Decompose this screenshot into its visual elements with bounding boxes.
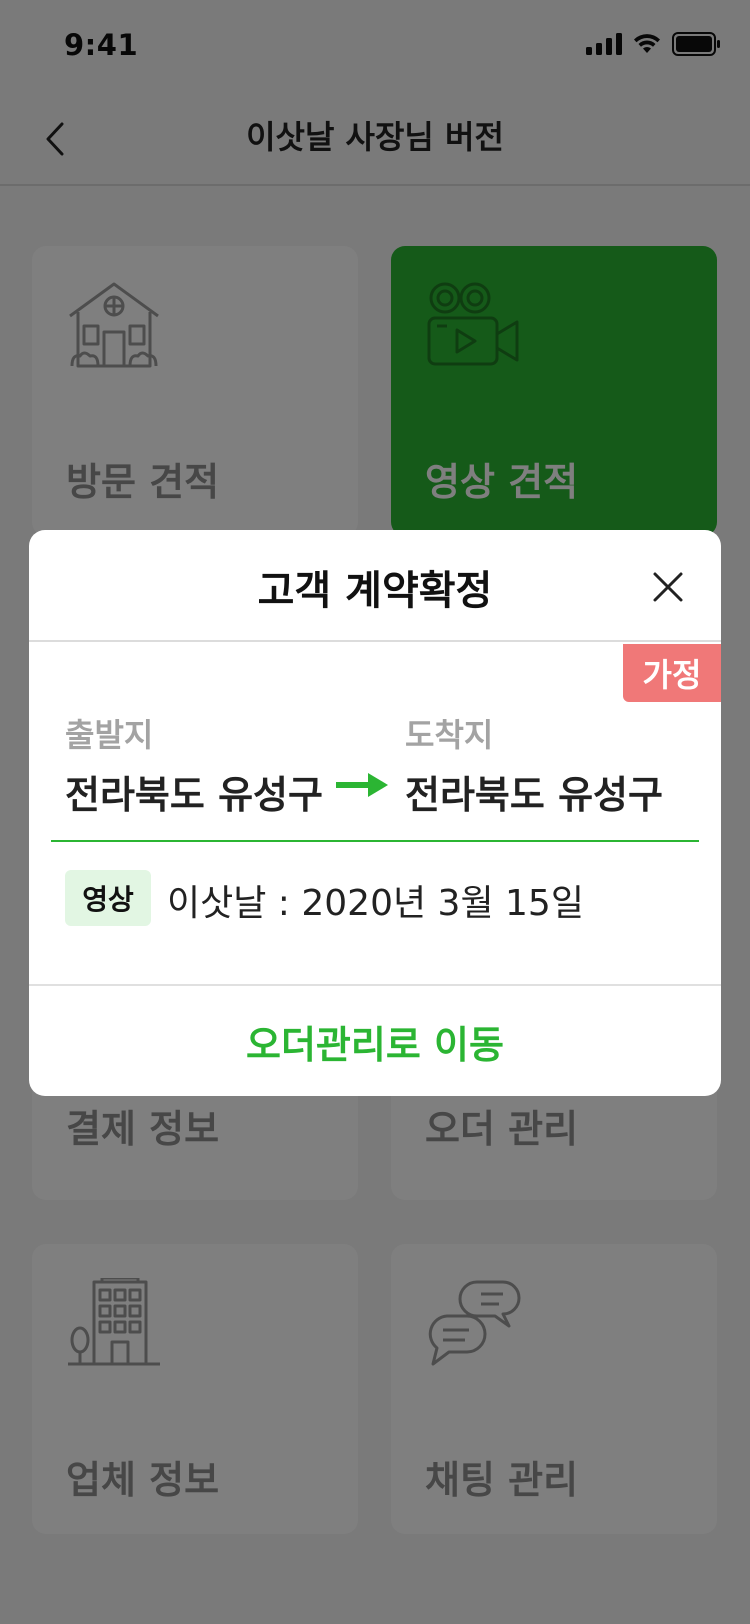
origin-label: 출발지 (65, 716, 154, 754)
category-tag: 가정 (623, 644, 721, 702)
divider (51, 840, 699, 842)
origin-value: 전라북도 유성구 (65, 773, 323, 817)
close-icon (653, 572, 683, 602)
go-to-order-management-button[interactable]: 오더관리로 이동 (246, 1014, 504, 1069)
arrow-right-icon (336, 773, 388, 797)
modal-title: 고객 계약확정 (257, 568, 493, 614)
estimate-type-chip: 영상 (65, 870, 151, 926)
modal-footer: 오더관리로 이동 (29, 984, 721, 1096)
modal-header: 고객 계약확정 (29, 530, 721, 642)
contract-confirm-modal: 고객 계약확정 가정 출발지 전라북도 유성구 도착지 전라북도 유성구 영상 … (29, 530, 721, 1096)
move-date: 이삿날 : 2020년 3월 15일 (167, 883, 584, 924)
destination-label: 도착지 (405, 716, 494, 754)
screen: 9:41 이삿날 사장 (0, 0, 750, 1624)
close-button[interactable] (643, 562, 693, 612)
destination-value: 전라북도 유성구 (405, 773, 663, 817)
